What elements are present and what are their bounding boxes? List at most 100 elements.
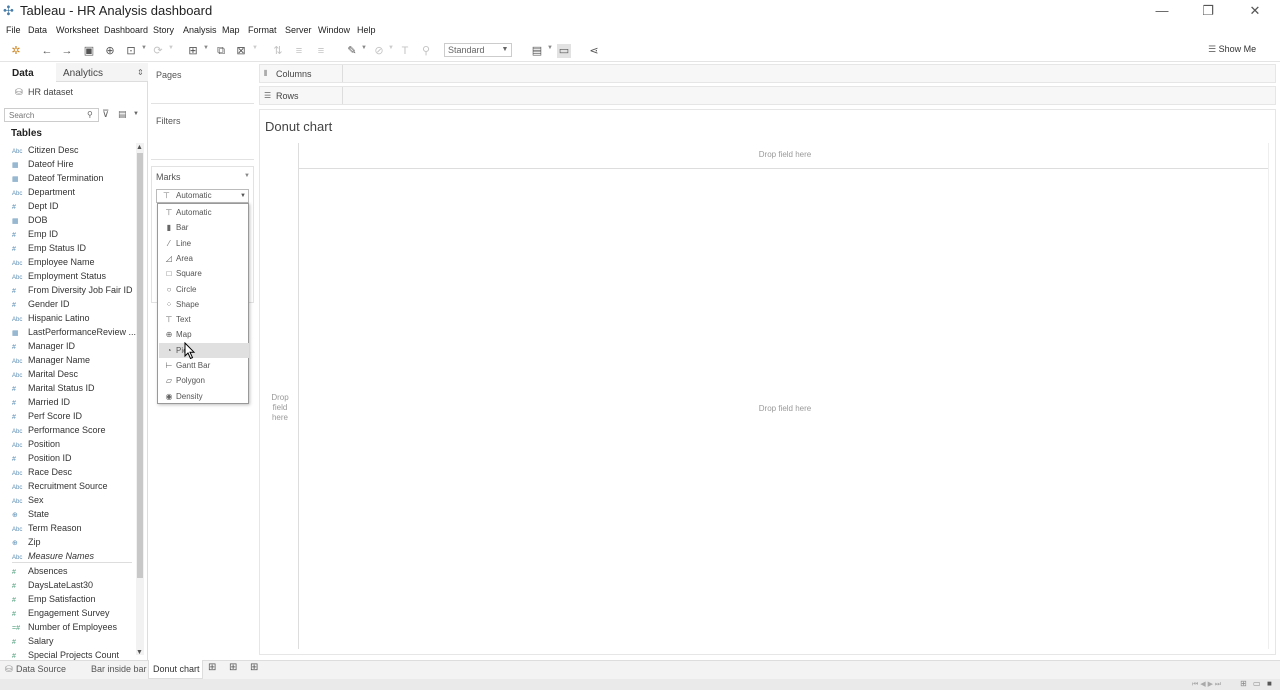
field-item[interactable]: Abc Department <box>12 185 137 199</box>
chevron-down-icon[interactable]: ▼ <box>244 173 250 179</box>
tab-data-source[interactable]: Data Source <box>16 664 66 674</box>
mark-type-line[interactable]: ⁄ Line <box>159 236 249 251</box>
chevron-down-icon[interactable]: ▼ <box>547 45 553 51</box>
columns-drop-zone[interactable]: Drop field here <box>720 150 850 159</box>
chevron-down-icon[interactable]: ▼ <box>168 45 174 51</box>
field-item[interactable]: ⊕ State <box>12 507 137 521</box>
new-dashboard-icon[interactable]: ⊞ <box>229 662 237 673</box>
field-item[interactable]: ▦ Dateof Hire <box>12 157 137 171</box>
show-cards-icon[interactable]: ▤ <box>530 44 544 58</box>
field-item[interactable]: # Salary <box>12 634 137 648</box>
new-worksheet-icon[interactable]: ⊞ <box>186 44 200 58</box>
refresh-icon[interactable]: ⟳ <box>151 44 165 58</box>
menu-data[interactable]: Data <box>28 25 47 35</box>
minimize-icon[interactable]: — <box>1150 2 1174 20</box>
chevron-down-icon[interactable]: ▼ <box>388 45 394 51</box>
filter-icon[interactable]: ⊽ <box>102 109 109 120</box>
field-item[interactable]: ⊕ Zip <box>12 535 137 549</box>
filmstrip-view-icon[interactable]: ▭ <box>1253 679 1261 688</box>
chevron-down-icon[interactable]: ▼ <box>133 111 139 117</box>
pane-menu-icon[interactable]: ⇕ <box>137 68 144 77</box>
field-item[interactable]: # Emp Status ID <box>12 241 137 255</box>
field-item[interactable]: Abc Term Reason <box>12 521 137 535</box>
tab-analytics[interactable]: Analytics <box>63 68 103 79</box>
field-item[interactable]: # Emp ID <box>12 227 137 241</box>
mark-type-dropdown[interactable]: ⊤ Automatic ▼ <box>156 189 249 203</box>
clear-sheet-icon[interactable]: ⊠ <box>234 44 248 58</box>
mark-type-automatic[interactable]: ⊤ Automatic <box>159 205 249 220</box>
field-item[interactable]: # Manager ID <box>12 339 137 353</box>
share-icon[interactable]: ⋖ <box>587 44 601 58</box>
save-icon[interactable]: ▣ <box>82 44 96 58</box>
new-worksheet-icon[interactable]: ⊞ <box>208 662 216 673</box>
menu-format[interactable]: Format <box>248 25 277 35</box>
data-source-name[interactable]: HR dataset <box>28 87 73 97</box>
menu-help[interactable]: Help <box>357 25 376 35</box>
mark-type-square[interactable]: □ Square <box>159 266 249 281</box>
scroll-up-icon[interactable]: ▲ <box>136 144 143 151</box>
mark-type-shape[interactable]: ⁘ Shape <box>159 297 249 312</box>
view-drop-zone[interactable]: Drop field here <box>720 404 850 413</box>
sheet-title[interactable]: Donut chart <box>265 119 332 134</box>
rows-drop-zone[interactable]: Drop field here <box>265 393 295 423</box>
field-item[interactable]: # Position ID <box>12 451 137 465</box>
field-item[interactable]: Abc Performance Score <box>12 423 137 437</box>
pause-updates-icon[interactable]: ⊡ <box>124 44 138 58</box>
tab-navigation-icon[interactable]: ⏮ ◀ ▶ ⏭ <box>1192 680 1221 689</box>
duplicate-icon[interactable]: ⧉ <box>214 44 228 58</box>
restore-icon[interactable]: ❐ <box>1196 2 1220 20</box>
field-item[interactable]: Abc Measure Names <box>12 549 137 563</box>
sort-ascending-icon[interactable]: ≡ <box>292 44 306 58</box>
field-item[interactable]: Abc Recruitment Source <box>12 479 137 493</box>
redo-icon[interactable]: → <box>60 44 74 58</box>
field-item[interactable]: # Marital Status ID <box>12 381 137 395</box>
tabs-view-icon[interactable]: ■ <box>1267 679 1272 688</box>
field-item[interactable]: =# Number of Employees <box>12 620 137 634</box>
rows-shelf[interactable]: ☰ Rows <box>259 86 1276 105</box>
field-item[interactable]: Abc Employment Status <box>12 269 137 283</box>
new-datasource-icon[interactable]: ⊕ <box>103 44 117 58</box>
menu-dashboard[interactable]: Dashboard <box>104 25 148 35</box>
mark-type-area[interactable]: ◿ Area <box>159 251 249 266</box>
presentation-mode-icon[interactable]: ▭ <box>557 44 571 58</box>
menu-worksheet[interactable]: Worksheet <box>56 25 99 35</box>
menu-analysis[interactable]: Analysis <box>183 25 217 35</box>
chevron-down-icon[interactable]: ▼ <box>361 45 367 51</box>
field-item[interactable]: # Gender ID <box>12 297 137 311</box>
fix-axes-icon[interactable]: ⚲ <box>419 44 433 58</box>
fit-dropdown[interactable]: Standard ▼ <box>444 43 512 57</box>
new-story-icon[interactable]: ⊞ <box>250 662 258 673</box>
tab-donut-chart[interactable]: Donut chart <box>153 664 200 674</box>
mark-type-polygon[interactable]: ▱ Polygon <box>159 373 249 388</box>
chevron-down-icon[interactable]: ▼ <box>252 45 258 51</box>
menu-story[interactable]: Story <box>153 25 174 35</box>
field-item[interactable]: # Dept ID <box>12 199 137 213</box>
chevron-down-icon[interactable]: ▼ <box>203 45 209 51</box>
field-item[interactable]: Abc Sex <box>12 493 137 507</box>
chevron-down-icon[interactable]: ▼ <box>141 45 147 51</box>
mark-type-circle[interactable]: ○ Circle <box>159 282 249 297</box>
undo-icon[interactable]: ← <box>40 44 54 58</box>
field-item[interactable]: ▦ LastPerformanceReview ... <box>12 325 137 339</box>
mark-type-text[interactable]: ⊤ Text <box>159 312 249 327</box>
tableau-home-icon[interactable]: ✲ <box>9 44 23 58</box>
mark-type-gantt-bar[interactable]: ⊢ Gantt Bar <box>159 358 249 373</box>
field-item[interactable]: Abc Marital Desc <box>12 367 137 381</box>
field-item[interactable]: ▦ DOB <box>12 213 137 227</box>
mark-type-map[interactable]: ⊕ Map <box>159 327 249 342</box>
sort-descending-icon[interactable]: ≡ <box>314 44 328 58</box>
field-item[interactable]: # DaysLateLast30 <box>12 578 137 592</box>
highlight-icon[interactable]: ✎ <box>345 44 359 58</box>
field-item[interactable]: Abc Citizen Desc <box>12 143 137 157</box>
field-item[interactable]: # Engagement Survey <box>12 606 137 620</box>
tab-bar-inside-bar[interactable]: Bar inside bar <box>91 664 147 674</box>
field-item[interactable]: Abc Race Desc <box>12 465 137 479</box>
mark-type-density[interactable]: ◉ Density <box>159 389 249 404</box>
tab-data[interactable]: Data <box>12 68 34 79</box>
mark-type-bar[interactable]: ▮ Bar <box>159 220 249 235</box>
field-item[interactable]: # From Diversity Job Fair ID <box>12 283 137 297</box>
field-item[interactable]: Abc Position <box>12 437 137 451</box>
field-item[interactable]: # Absences <box>12 564 137 578</box>
field-item[interactable]: # Emp Satisfaction <box>12 592 137 606</box>
show-me-button[interactable]: ☰ Show Me <box>1208 44 1256 55</box>
